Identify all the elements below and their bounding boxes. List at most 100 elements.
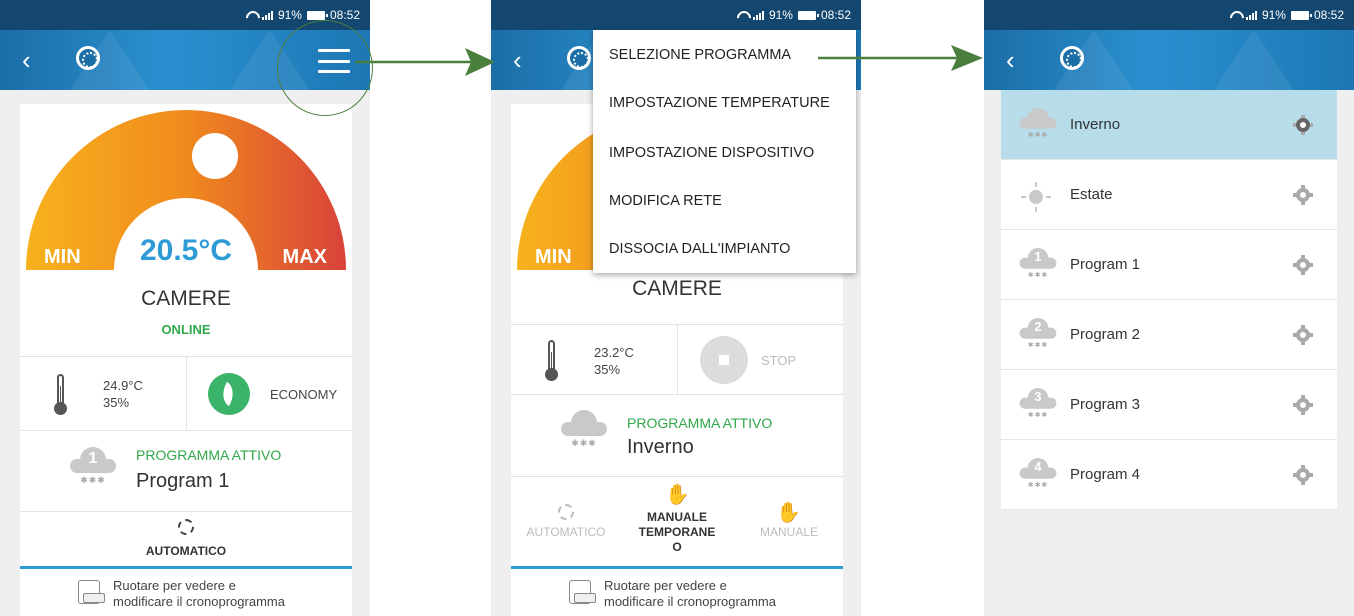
program-row-2[interactable]: 2 ✱✱✱ Program 2 [1001,300,1337,370]
wifi-icon [1229,11,1241,20]
rotate-hint-line2: modificare il cronoprogramma [604,594,776,609]
mode-temp-line3: O [672,540,682,554]
app-logo-icon [567,46,591,70]
program-row-3[interactable]: 3 ✱✱✱ Program 3 [1001,370,1337,440]
menu-item-dissociate[interactable]: DISSOCIA DALL'IMPIANTO [609,241,790,257]
signal-icon [1245,10,1257,20]
zone-name: CAMERE [632,277,722,300]
automatic-cycle-icon[interactable] [558,504,574,520]
rotate-hint-line1: Ruotare per vedere e [113,578,236,593]
options-menu: SELEZIONE PROGRAMMA IMPOSTAZIONE TEMPERA… [593,30,856,273]
arrow-to-menu-icon [355,48,495,76]
back-icon[interactable]: ‹ [513,46,539,74]
mode-manual[interactable]: MANUALE [741,525,837,540]
operation-mode-label[interactable]: AUTOMATICO [20,544,352,558]
sensor-humidity: 35% [594,362,621,377]
program-number: 2 [1034,320,1042,334]
temporary-hand-icon[interactable]: ✋ [665,482,690,507]
sensor-readings: 24.9°C 35% [103,377,143,411]
signal-icon [752,10,764,20]
program-row-1[interactable]: 1 ✱✱✱ Program 1 [1001,230,1337,300]
rotate-hint: Ruotare per vedere e modificare il crono… [113,578,285,610]
cloud-3-icon: 3 ✱✱✱ [1019,388,1057,420]
zone-name: CAMERE [141,287,231,310]
battery-icon [1290,10,1312,20]
sensor-readings: 23.2°C 35% [594,344,634,378]
battery-icon [797,10,819,20]
setpoint-temperature: 20.5°C [139,234,233,267]
gear-icon[interactable] [1293,115,1313,135]
gear-icon[interactable] [1293,325,1313,345]
sensor-humidity: 35% [103,395,130,410]
program-label: Program 3 [1070,396,1141,413]
manual-hand-icon[interactable]: ✋ [776,500,801,525]
app-logo-icon [76,46,100,70]
clock: 08:52 [1313,8,1344,22]
mode-temporary-manual[interactable]: MANUALE TEMPORANE O [625,510,729,555]
clock: 08:52 [820,8,851,22]
rotate-hint-line2: modificare il cronoprogramma [113,594,285,609]
mode-automatic[interactable]: AUTOMATICO [517,525,615,540]
menu-item-device-settings[interactable]: IMPOSTAZIONE DISPOSITIVO [609,145,814,161]
program-number: 1 [1034,250,1042,264]
rotate-hint-line1: Ruotare per vedere e [604,578,727,593]
program-name[interactable]: Inverno [627,436,694,459]
gear-icon[interactable] [1293,395,1313,415]
cloud-4-icon: 4 ✱✱✱ [1019,458,1057,490]
program-title: PROGRAMMA ATTIVO [627,415,773,431]
battery-icon [306,10,328,20]
program-row-estate[interactable]: Estate [1001,160,1337,230]
thermometer-icon [54,374,67,416]
gear-icon[interactable] [1293,185,1313,205]
program-row-4[interactable]: 4 ✱✱✱ Program 4 [1001,440,1337,510]
clock: 08:52 [329,8,360,22]
back-icon[interactable]: ‹ [1006,46,1032,74]
menu-item-temperature-settings[interactable]: IMPOSTAZIONE TEMPERATURE [609,95,830,111]
rotate-device-icon [569,580,596,604]
battery-percent: 91% [768,8,793,22]
battery-percent: 91% [1261,8,1286,22]
screen-program-selection: 91% 08:52 ‹ ✱✱✱ Inverno Estate 1 ✱✱✱ Pro… [984,0,1354,616]
mode-label[interactable]: ECONOMY [270,387,337,402]
program-label: Program 1 [1070,256,1141,273]
gear-icon[interactable] [1293,465,1313,485]
program-name[interactable]: Program 1 [136,470,229,493]
mode-temp-line1: MANUALE [647,510,707,524]
battery-percent: 91% [277,8,302,22]
gear-icon[interactable] [1293,255,1313,275]
gauge-knob [192,133,238,179]
wifi-icon [245,11,257,20]
zone-status: ONLINE [161,322,211,337]
zone-card: MIN MAX 20.5°C CAMERE ONLINE 24.9°C 35% … [20,104,352,616]
wifi-icon [736,11,748,20]
screen-thermostat-menu: 91% 08:52 ‹ MIN CAMERE 23.2°C 35% STOP ✱… [491,0,861,616]
program-row-inverno[interactable]: ✱✱✱ Inverno [1001,90,1337,160]
stop-icon[interactable] [700,336,748,384]
economy-leaf-icon[interactable] [208,373,250,415]
temperature-gauge[interactable]: MIN MAX 20.5°C [20,104,352,280]
sensor-temperature: 23.2°C [594,345,634,360]
program-title: PROGRAMMA ATTIVO [136,447,282,463]
app-logo-icon [1060,46,1084,70]
menu-item-program-selection[interactable]: SELEZIONE PROGRAMMA [609,47,791,63]
sensor-temperature: 24.9°C [103,378,143,393]
program-cloud-icon: 1 ✱✱✱ [70,447,116,487]
program-label: Inverno [1070,116,1121,133]
automatic-cycle-icon[interactable] [178,519,194,535]
gauge-min-label: MIN [535,246,572,268]
back-icon[interactable]: ‹ [22,46,48,74]
mode-label[interactable]: STOP [761,353,796,368]
rotate-hint: Ruotare per vedere e modificare il crono… [604,578,776,610]
thermometer-icon [545,340,558,382]
program-cloud-icon: ✱✱✱ [561,410,607,450]
sun-icon [1021,182,1051,212]
cloud-2-icon: 2 ✱✱✱ [1019,318,1057,350]
signal-icon [261,10,273,20]
program-label: Program 2 [1070,326,1141,343]
rotate-device-icon [78,580,105,604]
menu-item-edit-network[interactable]: MODIFICA RETE [609,193,722,209]
program-number: 1 [88,450,98,467]
status-bar: 91% 08:52 [491,0,861,30]
status-bar: 91% 08:52 [984,0,1354,30]
program-number: 4 [1034,460,1042,474]
